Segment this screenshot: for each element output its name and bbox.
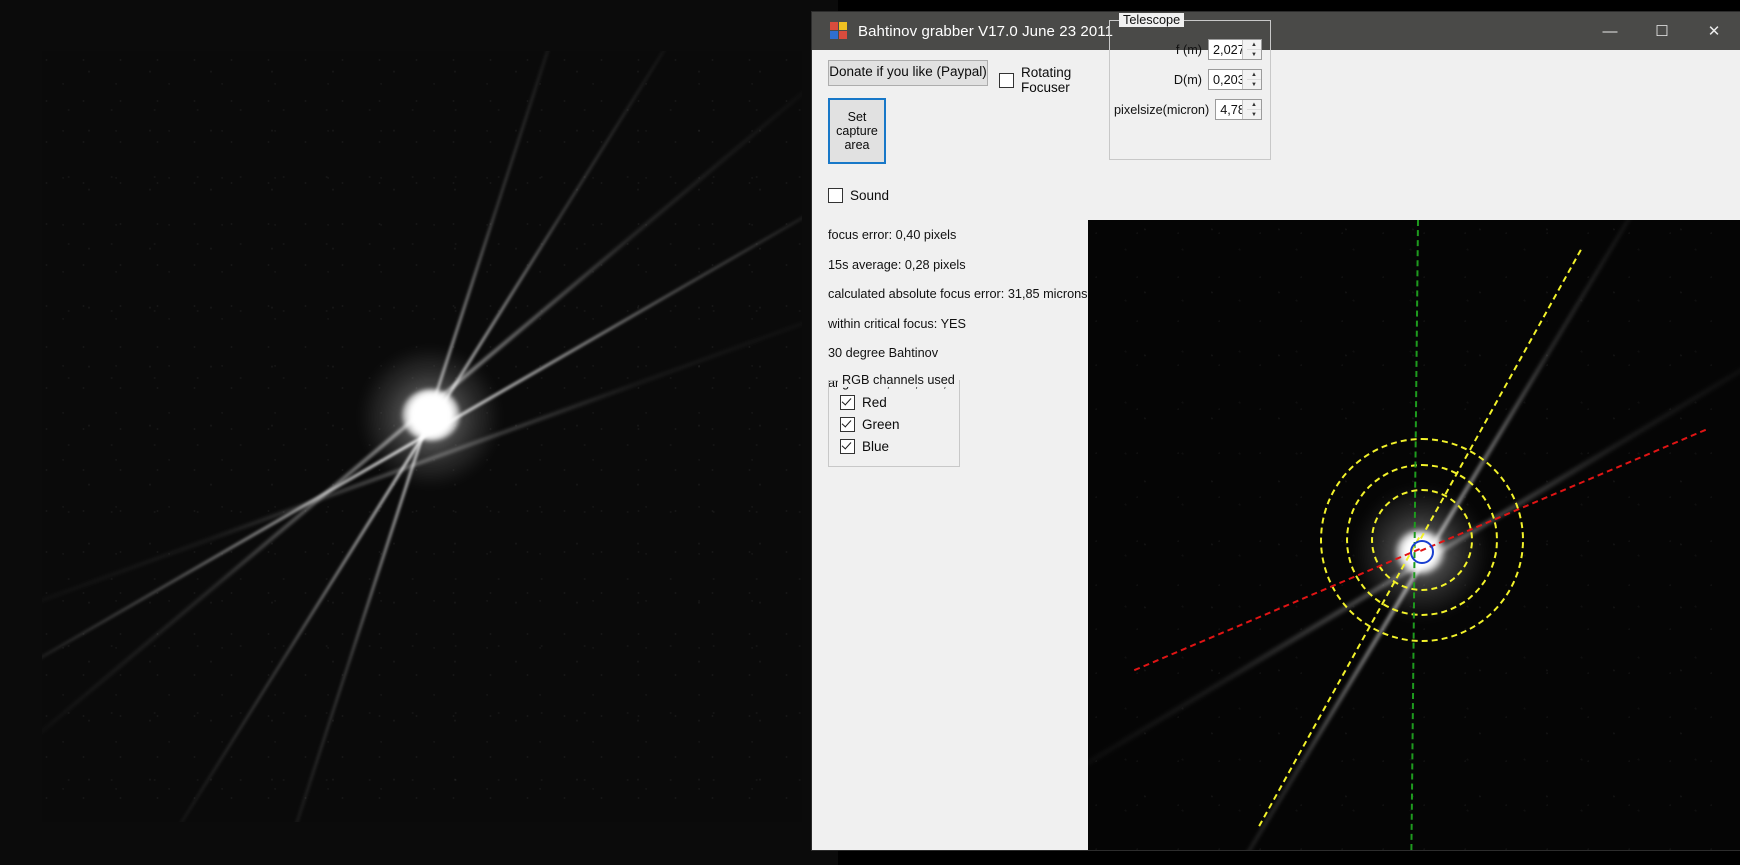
rgb-group-title: RGB channels used [838,373,959,387]
red-channel-checkbox[interactable] [840,395,855,410]
bahtinov-grabber-window: Bahtinov grabber V17.0 June 23 2011 — ☐ … [812,12,1740,850]
rotating-focuser-checkbox[interactable] [999,72,1014,88]
bahtinov-analysis-overlay[interactable] [1088,220,1740,850]
status-line-absolute-error: calculated absolute focus error: 31,85 m… [828,287,1088,301]
focal-length-down-arrow[interactable]: ▼ [1247,50,1261,59]
blue-channel-checkbox[interactable] [840,439,855,454]
set-capture-line-2: capture [836,124,878,138]
aperture-up-arrow[interactable]: ▲ [1247,70,1261,80]
donate-button[interactable]: Donate if you like (Paypal) [828,60,988,86]
set-capture-area-button[interactable]: Set capture area [828,98,886,164]
focal-length-value: 2,027 [1213,42,1245,57]
aperture-down-arrow[interactable]: ▼ [1247,80,1261,89]
status-line-critical-focus: within critical focus: YES [828,316,966,331]
window-controls: — ☐ ✕ [1584,12,1740,50]
rotating-focuser-checkbox-row[interactable]: Rotating Focuser [999,65,1071,95]
red-channel-label: Red [862,395,887,410]
rgb-red-row[interactable]: Red [840,395,959,410]
sensor-noise [42,51,802,822]
sound-checkbox[interactable] [828,188,843,203]
rgb-blue-row[interactable]: Blue [840,439,959,454]
focal-length-arrows[interactable]: ▲ ▼ [1242,40,1261,59]
aperture-arrows[interactable]: ▲ ▼ [1242,70,1261,89]
status-line-focus-error: focus error: 0,40 pixels [828,228,957,242]
aperture-row: D(m) 0,203 ▲ ▼ [1114,69,1262,90]
aperture-stepper[interactable]: 0,203 ▲ ▼ [1208,69,1262,90]
maximize-button[interactable]: ☐ [1636,12,1688,50]
pixelsize-down-arrow[interactable]: ▼ [1247,110,1261,119]
green-channel-checkbox[interactable] [840,417,855,432]
center-marker-circle [1410,540,1434,564]
focal-length-stepper[interactable]: 2,027 ▲ ▼ [1208,39,1262,60]
blue-channel-label: Blue [862,439,890,454]
minimize-button[interactable]: — [1584,12,1636,50]
pixelsize-label: pixelsize(micron) [1114,102,1210,117]
live-star-preview[interactable] [42,51,802,822]
status-line-average: 15s average: 0,28 pixels [828,257,966,272]
telescope-group-title: Telescope [1119,13,1185,27]
window-titlebar[interactable]: Bahtinov grabber V17.0 June 23 2011 — ☐ … [812,12,1740,50]
sound-label: Sound [850,188,890,203]
set-capture-line-3: area [844,138,870,152]
control-panel: Donate if you like (Paypal) Set capture … [812,50,1088,850]
pixelsize-arrows[interactable]: ▲ ▼ [1242,100,1261,119]
set-capture-line-1: Set [847,110,867,124]
pixelsize-stepper[interactable]: 4,78 ▲ ▼ [1215,99,1262,120]
green-channel-label: Green [862,417,900,432]
status-line-mask-type: 30 degree Bahtinov [828,346,939,360]
focal-length-label: f (m) [1175,42,1202,57]
pixelsize-value: 4,78 [1220,102,1245,117]
pixelsize-up-arrow[interactable]: ▲ [1247,100,1261,110]
pixelsize-row: pixelsize(micron) 4,78 ▲ ▼ [1114,99,1262,120]
camera-preview-backdrop [0,0,838,865]
rgb-channels-group: RGB channels used Red Green Blue [828,373,960,467]
close-button[interactable]: ✕ [1688,12,1740,50]
focal-length-row: f (m) 2,027 ▲ ▼ [1114,39,1262,60]
rgb-green-row[interactable]: Green [840,417,959,432]
telescope-group: Telescope f (m) 2,027 ▲ ▼ D(m) 0,203 ▲ ▼… [1109,13,1271,160]
sound-checkbox-row[interactable]: Sound [828,188,889,203]
focal-length-up-arrow[interactable]: ▲ [1247,40,1261,50]
aperture-label: D(m) [1173,72,1202,87]
rotating-focuser-label: Rotating Focuser [1021,65,1072,95]
aperture-value: 0,203 [1213,72,1245,87]
window-title: Bahtinov grabber V17.0 June 23 2011 [858,22,1114,40]
app-grid-icon [830,22,848,40]
